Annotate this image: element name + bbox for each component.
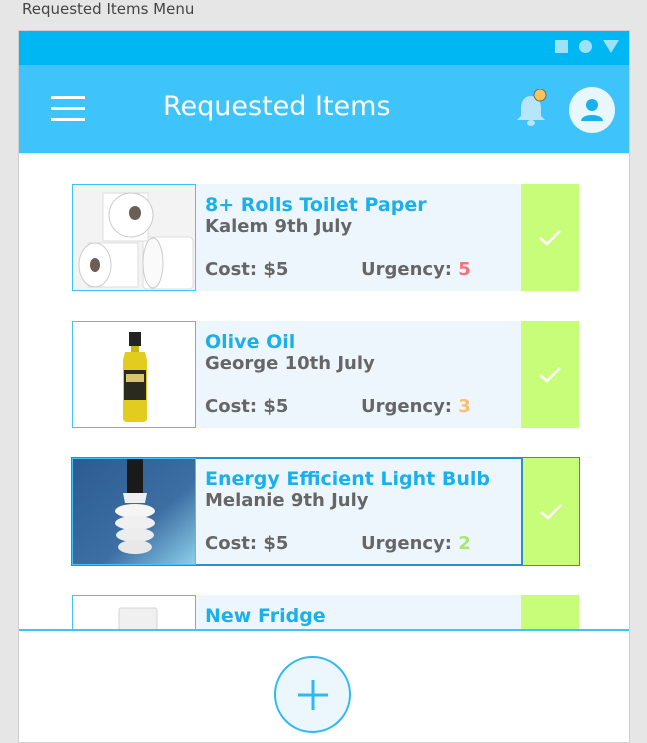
hamburger-menu-icon[interactable] bbox=[51, 96, 85, 122]
item-cost: Cost: $5 bbox=[205, 533, 289, 554]
item-name: New Fridge bbox=[205, 605, 326, 627]
item-cost: Cost: $5 bbox=[205, 396, 289, 417]
item-cost: Cost: $5 bbox=[205, 259, 289, 280]
phone-screen: Requested Items 8+ Rolls Toilet Paper Ka… bbox=[18, 30, 630, 743]
accept-button[interactable] bbox=[521, 458, 579, 565]
canvas-title: Requested Items Menu bbox=[22, 0, 195, 18]
olive-oil-image bbox=[72, 321, 196, 428]
add-request-button[interactable] bbox=[274, 656, 351, 733]
recent-apps-icon bbox=[555, 40, 568, 53]
plus-icon bbox=[297, 679, 328, 710]
item-urgency: Urgency: 2 bbox=[361, 533, 471, 554]
list-item[interactable]: New Fridge bbox=[72, 595, 579, 629]
status-icons bbox=[555, 40, 619, 53]
item-requester: George 10th July bbox=[205, 353, 375, 374]
accept-button[interactable] bbox=[521, 184, 579, 291]
item-urgency: Urgency: 3 bbox=[361, 396, 471, 417]
fridge-image bbox=[72, 595, 196, 629]
item-requester: Kalem 9th July bbox=[205, 216, 353, 237]
urgency-label: Urgency: bbox=[361, 533, 459, 554]
list-item[interactable]: 8+ Rolls Toilet Paper Kalem 9th July Cos… bbox=[72, 184, 579, 291]
checkmark-icon bbox=[539, 229, 561, 246]
page-title: Requested Items bbox=[163, 91, 391, 122]
requested-items-list: 8+ Rolls Toilet Paper Kalem 9th July Cos… bbox=[19, 153, 629, 629]
app-bar: Requested Items bbox=[19, 65, 629, 153]
checkmark-icon bbox=[539, 366, 561, 383]
item-requester: Melanie 9th July bbox=[205, 490, 369, 511]
back-icon bbox=[603, 40, 619, 53]
item-name: 8+ Rolls Toilet Paper bbox=[205, 194, 427, 216]
bell-icon[interactable] bbox=[511, 88, 551, 129]
profile-avatar[interactable] bbox=[569, 87, 615, 133]
list-item[interactable]: Energy Efficient Light Bulb Melanie 9th … bbox=[71, 457, 580, 566]
accept-button[interactable] bbox=[521, 321, 579, 428]
item-urgency: Urgency: 5 bbox=[361, 259, 471, 280]
urgency-value: 2 bbox=[458, 533, 471, 554]
urgency-label: Urgency: bbox=[361, 396, 459, 417]
toilet-paper-image bbox=[72, 184, 196, 291]
status-bar bbox=[19, 31, 629, 65]
list-item[interactable]: Olive Oil George 10th July Cost: $5 Urge… bbox=[72, 321, 579, 428]
item-name: Olive Oil bbox=[205, 331, 296, 353]
light-bulb-image bbox=[72, 458, 196, 565]
accept-button[interactable] bbox=[521, 595, 579, 629]
checkmark-icon bbox=[540, 503, 562, 520]
user-icon bbox=[581, 99, 603, 121]
item-name: Energy Efficient Light Bulb bbox=[205, 468, 490, 490]
urgency-label: Urgency: bbox=[361, 259, 459, 280]
bottom-bar bbox=[19, 629, 629, 742]
urgency-value: 5 bbox=[458, 259, 471, 280]
home-icon bbox=[579, 40, 592, 53]
urgency-value: 3 bbox=[458, 396, 471, 417]
